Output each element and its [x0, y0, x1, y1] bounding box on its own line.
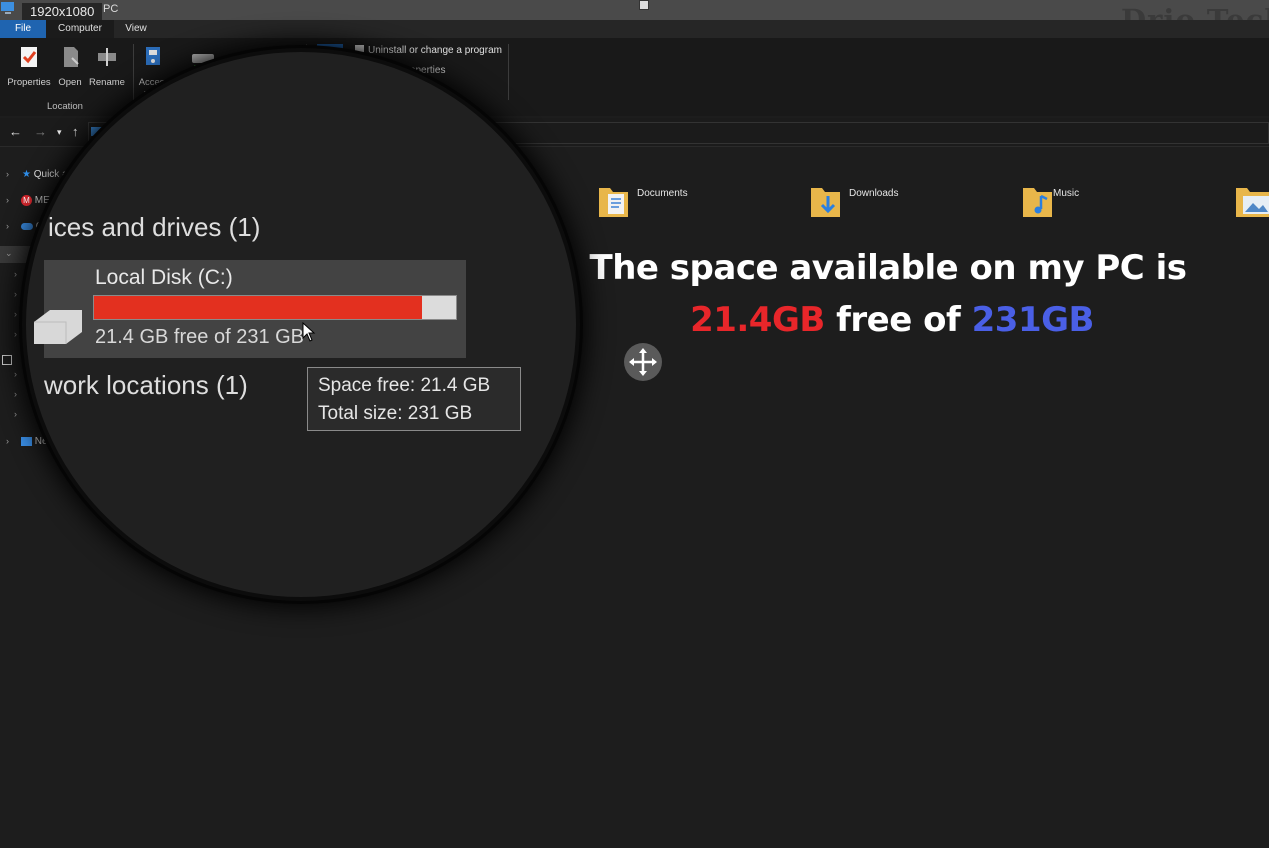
ribbon-group-location: Location [47, 101, 83, 112]
star-icon: ★ [22, 169, 31, 180]
drive-usage-fill [94, 296, 423, 319]
chevron-right-icon[interactable]: › [14, 289, 17, 299]
network-icon [21, 436, 32, 446]
caption-middle: free of [824, 300, 972, 340]
access-media-icon [137, 44, 171, 73]
folder-label: Downloads [849, 188, 899, 199]
pictures-folder-icon[interactable] [1235, 184, 1269, 223]
drive-name: Local Disk (C:) [95, 266, 233, 289]
magnifier-lens: ices and drives (1) Local Disk (C:) 21.4… [26, 52, 576, 597]
up-arrow-icon[interactable]: ↑ [72, 124, 79, 139]
uninstall-label: Uninstall or change a program [368, 45, 502, 56]
tab-computer[interactable]: Computer [46, 20, 114, 38]
resolution-badge: 1920x1080 [22, 3, 103, 20]
music-folder-icon [1022, 184, 1054, 221]
resize-handle[interactable] [639, 0, 649, 10]
folder-label: Documents [637, 188, 688, 199]
rename-label: Rename [89, 77, 125, 88]
section-devices-heading: ices and drives (1) [48, 212, 261, 242]
forward-arrow-icon[interactable]: → [34, 124, 47, 139]
drive-free-text: 21.4 GB free of 231 GB [95, 326, 305, 348]
section-network-heading: work locations (1) [44, 370, 248, 400]
checkbox-icon[interactable] [2, 355, 12, 365]
tooltip-total-size: Total size: 231 GB [318, 403, 473, 424]
title-bar [0, 0, 1269, 20]
chevron-right-icon[interactable]: › [6, 436, 9, 446]
tooltip-space-free: Space free: 21.4 GB [318, 375, 491, 396]
drive-tooltip: Space free: 21.4 GB Total size: 231 GB [307, 367, 521, 431]
uninstall-icon [355, 45, 364, 56]
chevron-right-icon[interactable]: › [6, 169, 9, 179]
nav-item-label: Quick ac [33, 169, 73, 180]
chevron-right-icon[interactable]: › [6, 221, 9, 231]
nav-subtree: › › › › › › › [14, 269, 24, 429]
rename-button[interactable]: Rename [87, 44, 127, 88]
open-label: Open [58, 77, 82, 88]
computer-icon [0, 1, 16, 20]
window-title: PC [103, 3, 119, 15]
folder-label: Music [1053, 188, 1080, 199]
ribbon-divider [133, 44, 134, 100]
move-cursor-icon [624, 343, 662, 381]
mouse-pointer-icon [302, 321, 316, 347]
downloads-folder-icon [810, 184, 842, 221]
caption-total-size: 231GB [971, 300, 1095, 340]
ribbon-divider [508, 44, 509, 100]
properties-label: Properties [7, 77, 51, 88]
properties-icon [6, 44, 52, 73]
chevron-right-icon[interactable]: › [14, 409, 17, 419]
chevron-right-icon[interactable]: › [14, 369, 17, 379]
caption-free-space: 21.4GB [690, 300, 825, 340]
onedrive-icon [21, 222, 33, 230]
ribbon-tabs: File Computer View [0, 20, 1269, 38]
back-arrow-icon[interactable]: ← [9, 124, 22, 139]
drive-icon [30, 304, 82, 349]
open-button[interactable]: Open [55, 44, 85, 88]
open-icon [55, 44, 85, 73]
uninstall-program-button[interactable]: Uninstall or change a program [355, 45, 502, 56]
tab-view[interactable]: View [114, 20, 158, 38]
mega-icon: M [21, 195, 32, 206]
rename-icon [87, 44, 127, 73]
nav-item-quick-access[interactable]: ★ Quick ac [22, 169, 73, 180]
drive-usage-bar [93, 295, 457, 320]
recent-chevron-icon[interactable]: ▾ [57, 127, 62, 138]
nav-item-mega[interactable]: M MEG [21, 195, 58, 206]
chevron-right-icon[interactable]: › [6, 195, 9, 205]
documents-folder-icon [598, 184, 630, 221]
chevron-right-icon[interactable]: › [14, 389, 17, 399]
tab-file[interactable]: File [0, 20, 46, 38]
properties-button[interactable]: Properties [6, 44, 52, 88]
